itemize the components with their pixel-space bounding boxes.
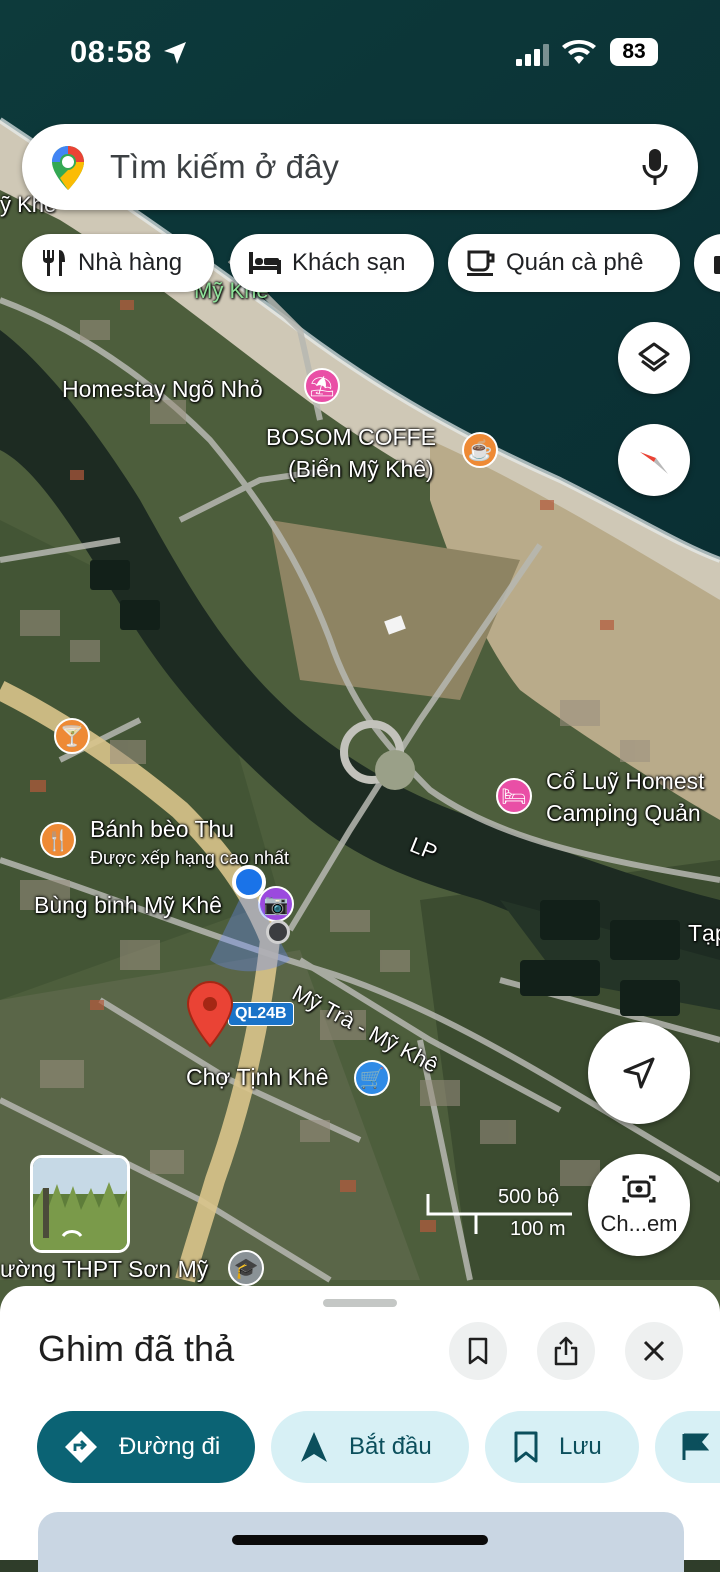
chip-hotels[interactable]: Khách sạn [230,234,434,292]
current-location-dot [232,865,266,899]
close-button[interactable] [625,1322,683,1380]
directions-icon [63,1429,99,1465]
map-label-banh-beo-rating: Được xếp hạng cao nhất [90,848,289,868]
layers-icon [638,342,670,372]
search-bar[interactable]: Tìm kiếm ở đây [22,124,698,210]
map-scale: 500 bộ 100 m [424,1186,576,1242]
street-view-thumbnail[interactable] [30,1155,130,1253]
lodging-poi-icon[interactable]: 🛏 [496,778,532,814]
map-label-bung-binh[interactable]: Bùng binh Mỹ Khê [34,892,222,920]
camera-icon [622,1175,656,1203]
map-label-thpt[interactable]: ường THPT Sơn Mỹ [0,1256,208,1284]
save-button[interactable]: Lưu [485,1411,639,1483]
map-label-homestay[interactable]: Homestay Ngõ Nhỏ [62,376,263,404]
maps-logo-icon [52,146,84,190]
scale-imperial: 500 bộ [498,1186,560,1208]
lens-search-button[interactable]: Ch...em [588,1154,690,1256]
shopping-cart-icon[interactable]: 🛒 [354,1060,390,1096]
my-location-button[interactable] [588,1022,690,1124]
cellular-signal-icon [516,44,549,66]
restaurant-poi-icon[interactable]: 🍴 [40,822,76,858]
map-label-cho-tinh-khe[interactable]: Chợ Tịnh Khê [186,1064,329,1092]
layers-button[interactable] [618,322,690,394]
chip-cafes[interactable]: Quán cà phê [448,234,680,292]
bookmark-icon [468,1337,488,1365]
chip-label: Khách sạn [292,249,406,276]
dropped-pin-icon[interactable] [186,980,234,1048]
chip-restaurants[interactable]: Nhà hàng [22,234,214,292]
navigation-icon [299,1430,329,1464]
compass-button[interactable] [618,424,690,496]
start-label: Bắt đầu [349,1433,432,1460]
bookmark-icon [513,1431,539,1463]
school-poi-icon[interactable]: 🎓 [228,1250,264,1286]
coffee-cup-icon [466,249,496,277]
battery-indicator: 83 [610,38,658,66]
map-label-banh-beo[interactable]: Bánh bèo Thu [90,816,234,844]
status-bar: 08:58 83 [0,0,720,100]
camera-poi-icon[interactable]: 📷 [258,886,294,922]
map-label-tap: Tạp [688,920,720,946]
home-indicator [232,1535,488,1545]
bar-poi-icon[interactable]: 🍸 [54,718,90,754]
map-label-co-luy-sub: Camping Quản [546,800,701,826]
label-button[interactable] [655,1411,720,1483]
bag-icon [712,250,720,276]
share-button[interactable] [537,1322,595,1380]
drag-handle[interactable] [323,1299,397,1307]
map-label-co-luy[interactable]: Cổ Luỹ Homest [546,768,705,796]
cafe-poi-icon[interactable]: ☕ [462,432,498,468]
lens-label: Ch...em [600,1211,678,1236]
directions-label: Đường đi [119,1433,221,1460]
start-button[interactable]: Bắt đầu [271,1411,469,1483]
share-icon [554,1336,578,1366]
chip-more[interactable] [694,234,720,292]
directions-button[interactable]: Đường đi [37,1411,255,1483]
category-chips: Nhà hàng Khách sạn Quán cà phê [22,234,720,292]
map-label-bosom-sub: (Biển Mỹ Khê) [288,456,434,482]
save-label: Lưu [559,1433,602,1460]
place-title: Ghim đã thả [38,1328,235,1369]
bed-icon [248,250,282,276]
save-bookmark-button[interactable] [449,1322,507,1380]
chip-label: Nhà hàng [78,249,183,276]
highway-shield: QL24B [228,1002,294,1026]
compass-icon [640,452,668,474]
wifi-icon [562,40,596,64]
chip-label: Quán cà phê [506,249,644,276]
close-icon [643,1340,665,1362]
search-input[interactable]: Tìm kiếm ở đây [110,148,339,186]
scale-metric: 100 m [510,1218,566,1240]
hotel-poi-icon[interactable]: ⛱ [304,368,340,404]
road-marker [266,920,290,944]
navigation-arrow-icon [623,1057,655,1089]
location-arrow-icon [164,42,186,64]
flag-icon [681,1432,709,1462]
map-label-bosom[interactable]: BOSOM COFFE [266,424,436,452]
fork-knife-icon [40,248,68,278]
microphone-icon[interactable] [642,148,668,186]
status-time: 08:58 [70,34,152,69]
